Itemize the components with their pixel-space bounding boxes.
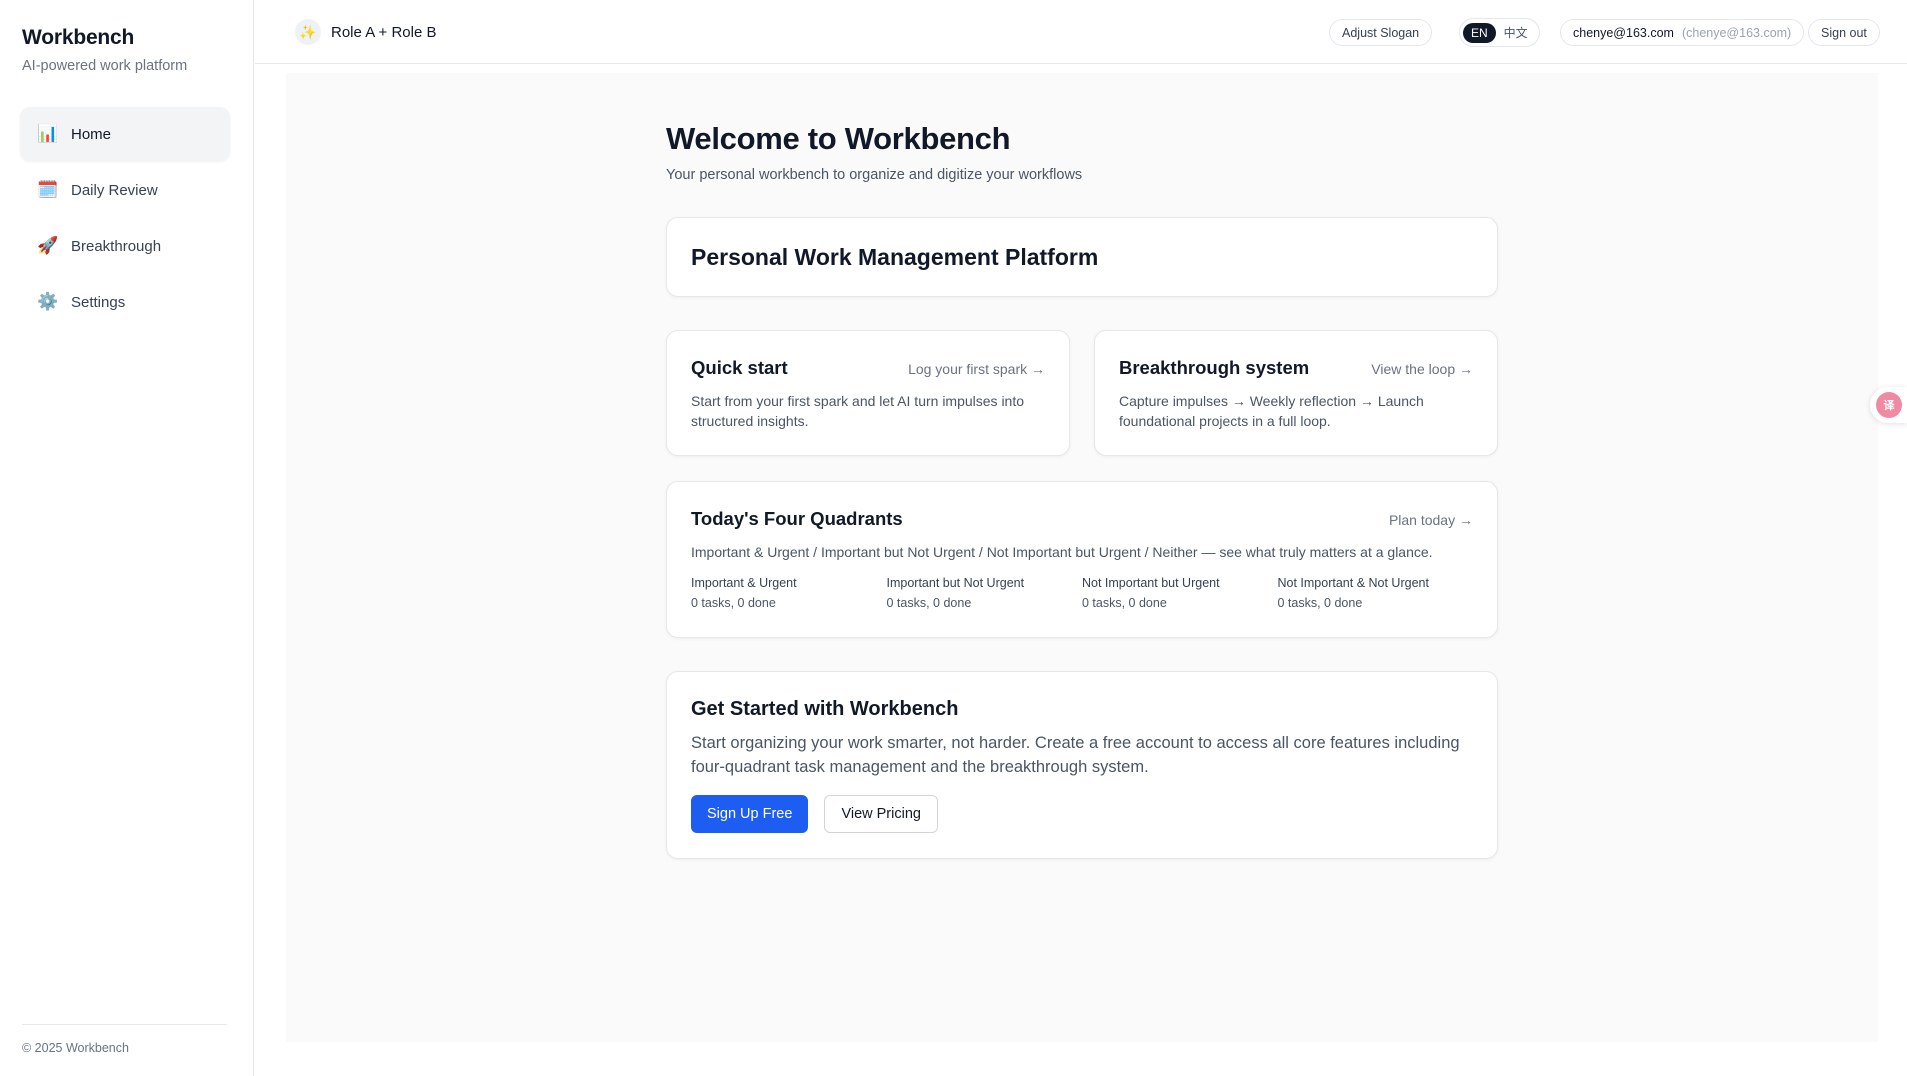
cta-buttons: Sign Up Free View Pricing bbox=[691, 795, 1473, 833]
quadrant-grid: Important & Urgent 0 tasks, 0 done Impor… bbox=[691, 576, 1473, 610]
user-account-button[interactable]: chenye@163.com (chenye@163.com) bbox=[1560, 19, 1805, 46]
quadrant-stat: 0 tasks, 0 done bbox=[1277, 596, 1363, 610]
sidebar-item-label: Daily Review bbox=[71, 181, 158, 199]
user-email: chenye@163.com bbox=[1573, 25, 1674, 40]
quadrant-item: Not Important but Urgent 0 tasks, 0 done bbox=[1082, 576, 1278, 610]
main-content: Welcome to Workbench Your personal workb… bbox=[286, 73, 1878, 1042]
sidebar-item-label: Breakthrough bbox=[71, 237, 162, 255]
view-loop-link[interactable]: View the loop → bbox=[1371, 361, 1473, 377]
breakthrough-description: Capture impulses → Weekly reflection → L… bbox=[1119, 393, 1424, 429]
translate-widget[interactable]: 译 bbox=[1870, 387, 1907, 423]
sidebar-item-label: Home bbox=[71, 125, 112, 143]
sidebar: Workbench AI-powered work platform 📊 Hom… bbox=[0, 0, 254, 1076]
sign-out-button[interactable]: Sign out bbox=[1808, 19, 1880, 46]
translate-icon: 译 bbox=[1876, 392, 1902, 418]
top-header: ✨ Role A + Role B Adjust Slogan EN 中文 ch… bbox=[255, 0, 1907, 64]
quadrant-item: Not Important & Not Urgent 0 tasks, 0 do… bbox=[1278, 576, 1474, 610]
page-title: Welcome to Workbench bbox=[666, 121, 1011, 156]
brand-subtitle: AI-powered work platform bbox=[22, 58, 188, 74]
sign-up-free-button[interactable]: Sign Up Free bbox=[691, 795, 809, 833]
breakthrough-title: Breakthrough system bbox=[1119, 357, 1310, 378]
sidebar-footer: © 2025 Workbench bbox=[22, 1024, 227, 1055]
sidebar-item-daily-review[interactable]: 🗓️ Daily Review bbox=[20, 163, 230, 217]
four-quadrants-card: Today's Four Quadrants Plan today → Impo… bbox=[666, 481, 1498, 638]
quadrants-description: Important & Urgent / Important but Not U… bbox=[691, 544, 1433, 560]
quadrant-name: Important & Urgent bbox=[691, 576, 797, 590]
quadrant-stat: 0 tasks, 0 done bbox=[1082, 596, 1167, 610]
lang-en-button[interactable]: EN bbox=[1463, 22, 1496, 43]
quadrant-name: Important but Not Urgent bbox=[886, 576, 1025, 590]
platform-card: Personal Work Management Platform bbox=[666, 217, 1498, 297]
quadrant-item: Important but Not Urgent 0 tasks, 0 done bbox=[887, 576, 1083, 610]
rocket-icon: 🚀 bbox=[37, 236, 59, 255]
quadrant-name: Not Important & Not Urgent bbox=[1277, 576, 1429, 590]
quick-start-description: Start from your first spark and let AI t… bbox=[691, 393, 1025, 429]
adjust-slogan-button[interactable]: Adjust Slogan bbox=[1329, 19, 1433, 46]
get-started-title: Get Started with Workbench bbox=[691, 698, 959, 720]
lang-zh-button[interactable]: 中文 bbox=[1496, 21, 1536, 44]
user-email-secondary: (chenye@163.com) bbox=[1681, 25, 1792, 40]
brand-title: Workbench bbox=[22, 26, 135, 49]
role-indicator: ✨ Role A + Role B bbox=[295, 19, 436, 45]
platform-title: Personal Work Management Platform bbox=[691, 244, 1099, 270]
sidebar-item-home[interactable]: 📊 Home bbox=[20, 107, 230, 161]
quadrant-item: Important & Urgent 0 tasks, 0 done bbox=[691, 576, 887, 610]
sidebar-nav: 📊 Home 🗓️ Daily Review 🚀 Breakthrough ⚙️… bbox=[20, 107, 230, 331]
get-started-description: Start organizing your work smarter, not … bbox=[691, 734, 1460, 776]
gear-icon: ⚙️ bbox=[37, 292, 59, 311]
sparkle-icon: ✨ bbox=[295, 19, 321, 45]
sidebar-item-settings[interactable]: ⚙️ Settings bbox=[20, 275, 230, 329]
sidebar-item-breakthrough[interactable]: 🚀 Breakthrough bbox=[20, 219, 230, 273]
quick-start-title: Quick start bbox=[691, 357, 788, 378]
role-text: Role A + Role B bbox=[331, 23, 437, 41]
bar-chart-icon: 📊 bbox=[37, 124, 59, 143]
quick-start-card: Quick start Log your first spark → Start… bbox=[666, 330, 1070, 456]
page-subtitle: Your personal workbench to organize and … bbox=[666, 167, 1083, 183]
quadrant-stat: 0 tasks, 0 done bbox=[886, 596, 972, 610]
quadrant-name: Not Important but Urgent bbox=[1082, 576, 1220, 590]
language-switcher: EN 中文 bbox=[1459, 18, 1540, 47]
brand: Workbench AI-powered work platform bbox=[22, 26, 187, 74]
get-started-card: Get Started with Workbench Start organiz… bbox=[666, 671, 1498, 859]
log-first-spark-link[interactable]: Log your first spark → bbox=[908, 361, 1045, 377]
view-pricing-button[interactable]: View Pricing bbox=[824, 795, 938, 833]
plan-today-link[interactable]: Plan today → bbox=[1389, 512, 1473, 528]
breakthrough-card: Breakthrough system View the loop → Capt… bbox=[1094, 330, 1498, 456]
quadrants-title: Today's Four Quadrants bbox=[691, 508, 903, 529]
calendar-icon: 🗓️ bbox=[37, 180, 59, 199]
sidebar-item-label: Settings bbox=[71, 293, 126, 311]
quadrant-stat: 0 tasks, 0 done bbox=[691, 596, 776, 610]
